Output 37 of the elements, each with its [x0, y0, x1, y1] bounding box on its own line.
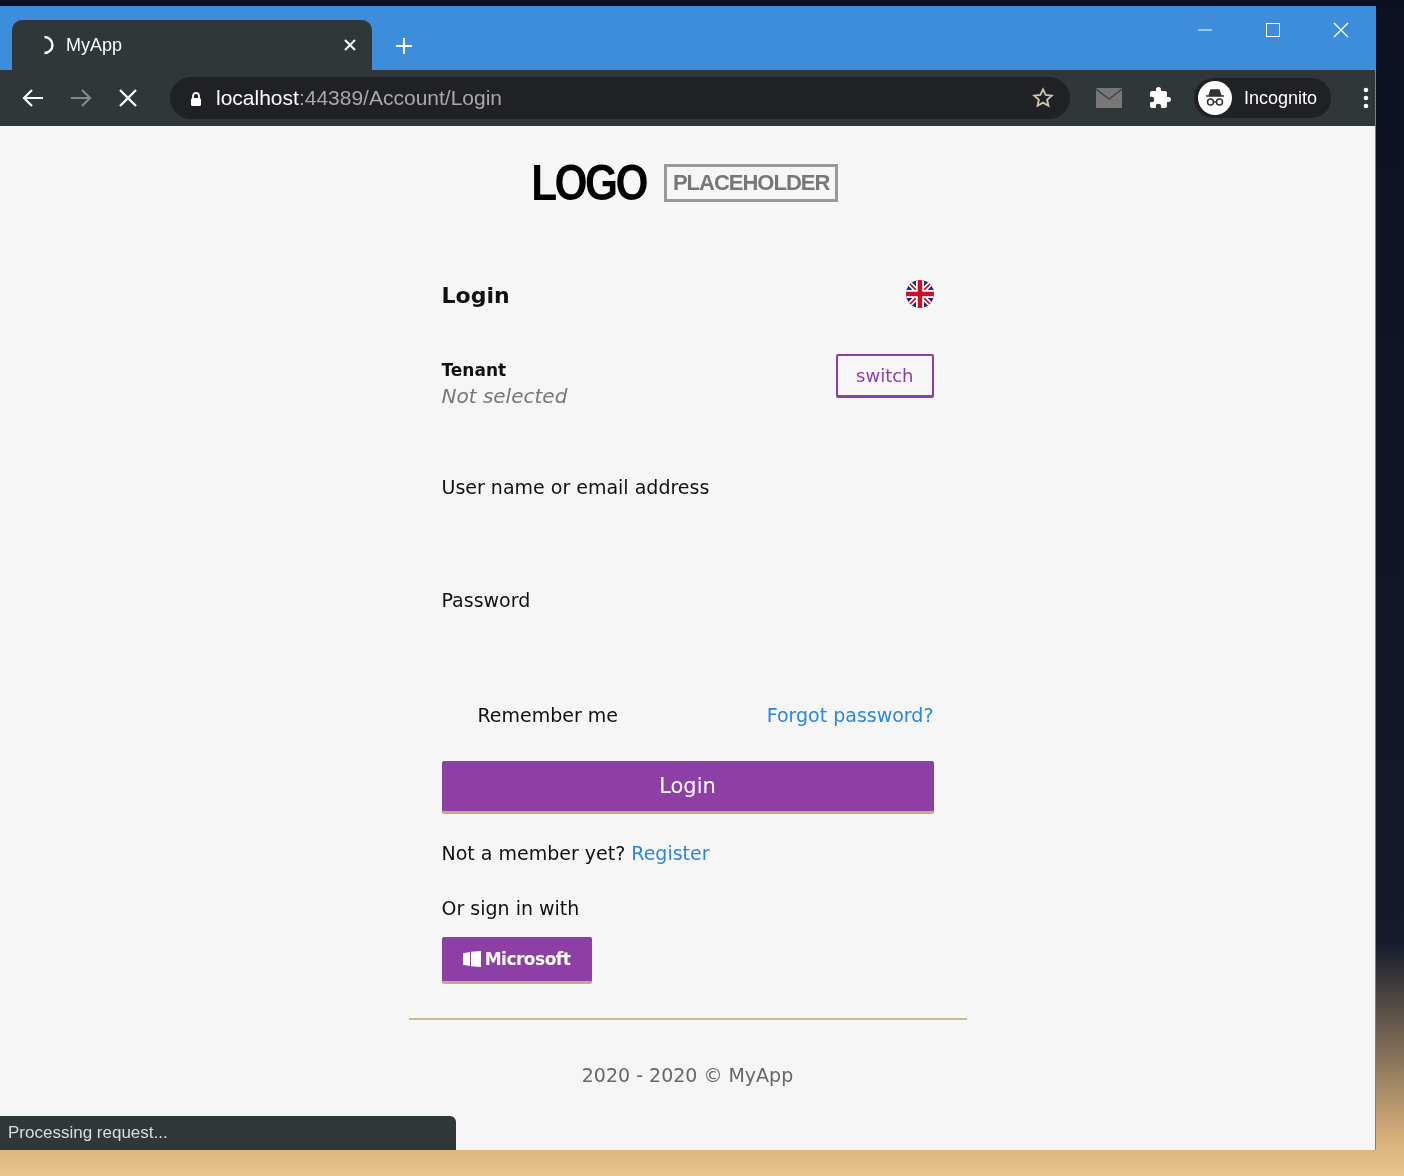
forgot-password-link[interactable]: Forgot password? [766, 704, 934, 726]
close-icon[interactable] [1333, 22, 1349, 38]
tab-title: MyApp [66, 34, 124, 56]
field-label: Password [441, 589, 532, 611]
remember-me-label[interactable]: Remember me [477, 704, 619, 726]
maximize-icon[interactable] [1265, 22, 1281, 38]
menu-icon[interactable] [1363, 87, 1370, 109]
close-tab-icon[interactable] [344, 39, 356, 51]
login-button[interactable]: Login [441, 761, 934, 814]
field-label: User name or email address [441, 476, 711, 498]
plus-icon[interactable] [394, 36, 414, 56]
profile-label: Incognito [1244, 87, 1318, 109]
profile-button[interactable]: Incognito [1194, 78, 1332, 118]
status-bar: Processing request... [0, 1116, 456, 1150]
logo-tag: PLACEHOLDER [663, 164, 839, 202]
register-link[interactable]: Register [631, 842, 710, 864]
puzzle-piece-icon[interactable] [1148, 86, 1172, 110]
star-icon[interactable] [1032, 87, 1054, 109]
register-prompt: Not a member yet? Register [441, 842, 711, 864]
back-icon[interactable] [22, 88, 44, 108]
tenant-value: Not selected [441, 384, 568, 408]
page-heading: Login [441, 283, 510, 308]
stop-loading-icon[interactable] [118, 88, 138, 108]
flag-icon[interactable] [905, 280, 934, 308]
url-text: localhost:44389/Account/Login [216, 86, 504, 110]
sign-in-with-label: Or sign in with [441, 897, 581, 919]
lock-icon [190, 90, 202, 106]
incognito-icon [1198, 81, 1232, 115]
footer-text: 2020 - 2020 © MyApp [581, 1064, 794, 1086]
forward-icon[interactable] [70, 88, 92, 108]
logo-text: LOGO [530, 160, 646, 206]
switch-button[interactable]: switch [836, 354, 934, 398]
microsoft-login-button[interactable]: Microsoft [441, 937, 592, 984]
browser-tab[interactable]: MyApp [12, 20, 372, 70]
address-bar[interactable]: localhost:44389/Account/Login [170, 77, 1070, 119]
window-icon [462, 951, 481, 967]
tenant-label: Tenant [441, 360, 508, 380]
